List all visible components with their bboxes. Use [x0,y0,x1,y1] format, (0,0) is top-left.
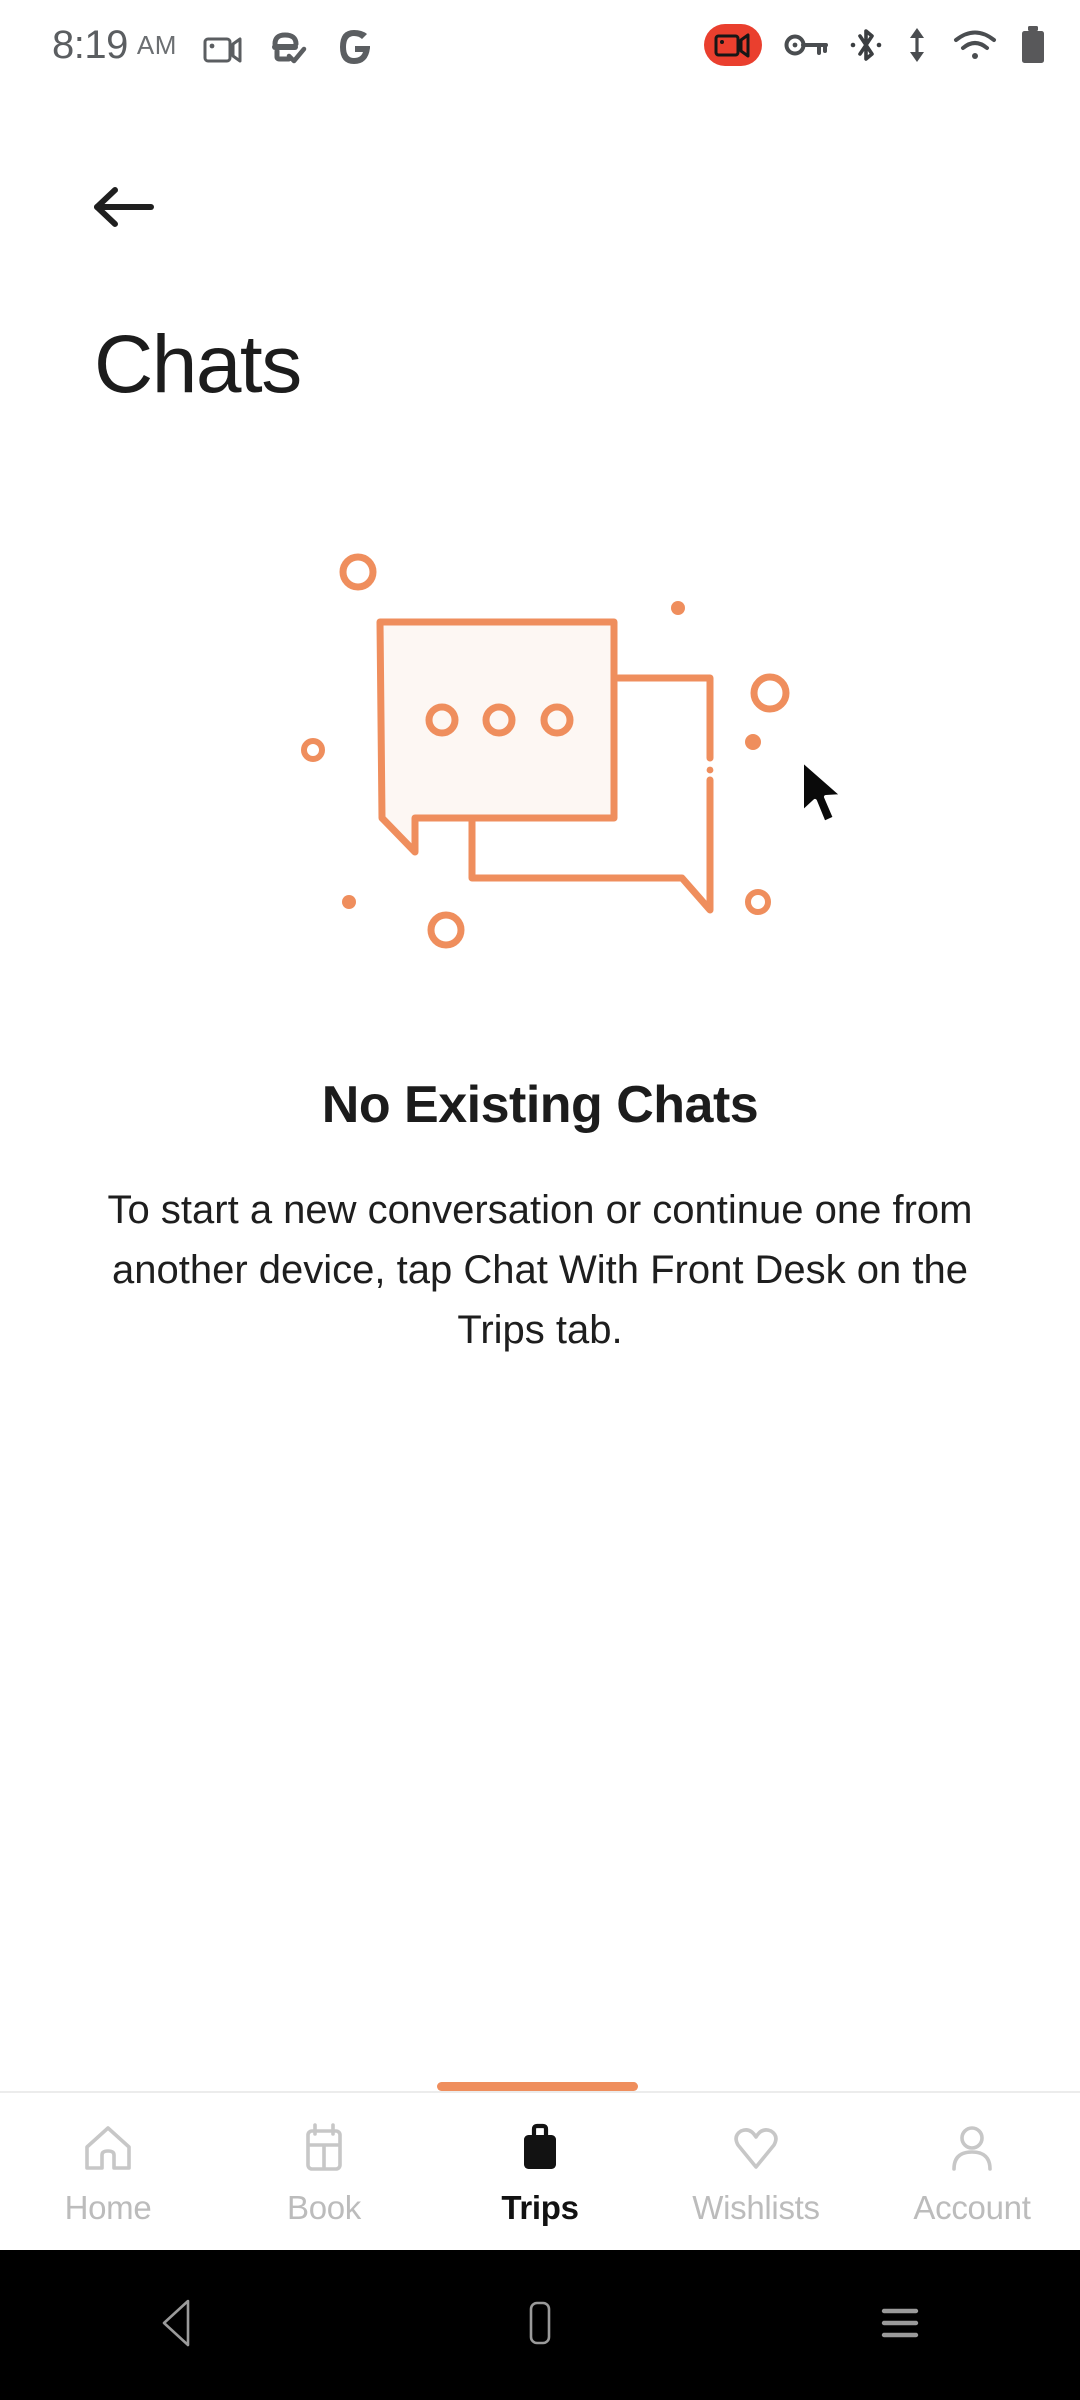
vpn-key-icon [784,31,828,59]
bottom-tab-bar: Home Book Trips Wishlists Account [0,2091,1080,2250]
tab-account[interactable]: Account [864,2093,1080,2250]
suitcase-icon [513,2119,567,2177]
tab-trips[interactable]: Trips [432,2093,648,2250]
google-g-icon [335,28,373,66]
status-bar: 8:19 AM [0,0,1080,90]
page-title: Chats [94,319,302,410]
do-not-disturb-check-icon [269,30,309,66]
back-button[interactable] [78,163,170,255]
empty-state-body: To start a new conversation or continue … [107,1188,973,1352]
phone-screen: 8:19 AM Chats No Existing Chats To start… [0,0,1080,2400]
bluetooth-icon [850,25,882,65]
rounded-rect-icon [520,2295,560,2356]
tab-book[interactable]: Book [216,2093,432,2250]
empty-state-heading: No Existing Chats [321,1076,759,1134]
android-recents-button[interactable] [820,2250,980,2400]
chat-bubbles-illustration [270,530,810,950]
wifi-icon [952,27,998,63]
tab-home[interactable]: Home [0,2093,216,2250]
home-icon [81,2119,135,2177]
triangle-left-icon [156,2295,204,2356]
video-camera-icon [203,34,243,66]
android-back-button[interactable] [100,2250,260,2400]
status-bar-clock: 8:19 [52,23,128,67]
heart-icon [729,2119,783,2177]
tab-label-book: Book [286,2189,362,2226]
screen-recording-icon [704,24,762,66]
android-navigation-bar [0,2250,1080,2400]
tab-label-trips: Trips [501,2189,579,2226]
hamburger-lines-icon [874,2301,926,2350]
calendar-icon [297,2119,351,2177]
tab-label-account: Account [913,2189,1031,2226]
person-icon [945,2119,999,2177]
tab-label-wishlists: Wishlists [692,2189,820,2226]
arrow-left-icon [93,184,155,235]
tab-label-home: Home [64,2189,152,2226]
active-tab-indicator [437,2082,638,2091]
data-transfer-icon [904,25,930,65]
battery-icon [1020,25,1046,65]
status-bar-am-pm: AM [136,30,177,60]
android-home-button[interactable] [460,2250,620,2400]
tab-wishlists[interactable]: Wishlists [648,2093,864,2250]
status-bar-left: 8:19 AM [52,24,373,66]
status-bar-right [704,24,1046,66]
